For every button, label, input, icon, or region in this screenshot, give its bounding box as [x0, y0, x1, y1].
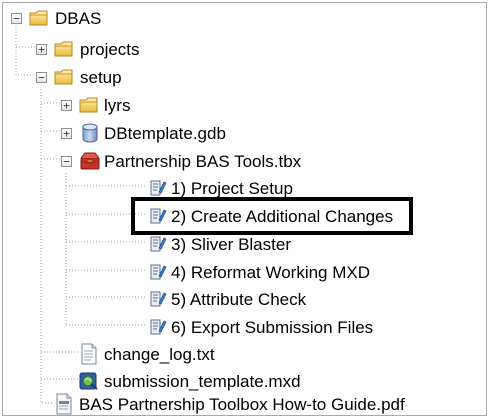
collapse-toggle-setup[interactable]: −	[36, 72, 47, 83]
tree-label-dbtemplate: DBtemplate.gdb	[104, 123, 226, 143]
tree-node-tool-3[interactable]: 3) Sliver Blaster	[3, 231, 483, 258]
tree-label-lyrs: lyrs	[104, 95, 131, 115]
tree-label-tool-6: 6) Export Submission Files	[171, 317, 374, 337]
folder-icon	[29, 9, 49, 27]
tree-node-lyrs[interactable]: + lyrs	[3, 92, 483, 119]
folder-icon	[54, 40, 74, 58]
geodatabase-icon	[81, 123, 101, 143]
script-tool-icon	[147, 289, 167, 307]
tree-node-dbas[interactable]: − DBAS	[3, 5, 483, 32]
folder-icon	[54, 68, 74, 86]
tree-node-tool-6[interactable]: 6) Export Submission Files	[3, 314, 483, 341]
tree-label-tool-1: 1) Project Setup	[171, 178, 293, 198]
tree-label-projects: projects	[80, 39, 140, 59]
tree-node-tool-5[interactable]: 5) Attribute Check	[3, 286, 483, 313]
map-document-icon	[79, 371, 99, 390]
tree-label-change-log: change_log.txt	[104, 344, 215, 364]
script-tool-icon	[147, 317, 167, 335]
tree-label-guide-pdf: BAS Partnership Toolbox How-to Guide.pdf	[79, 394, 405, 414]
expand-toggle-dbtemplate[interactable]: +	[61, 128, 72, 139]
tree-label-setup: setup	[80, 67, 122, 87]
text-file-icon	[80, 343, 100, 365]
tree-label-tool-5: 5) Attribute Check	[171, 289, 307, 309]
script-tool-icon	[147, 234, 167, 252]
pdf-file-icon	[55, 393, 75, 415]
expand-toggle-projects[interactable]: +	[36, 44, 47, 55]
script-tool-icon	[147, 206, 167, 224]
tree-node-toolbox[interactable]: − Partnership BAS Tools.tbx	[3, 148, 483, 175]
script-tool-icon	[147, 262, 167, 280]
catalog-tree-panel: − DBAS + projects − setup + lyrs + DBtem…	[2, 2, 487, 416]
tree-label-tool-3: 3) Sliver Blaster	[171, 234, 291, 254]
collapse-toggle-toolbox[interactable]: −	[61, 156, 72, 167]
tree-label-tool-2: 2) Create Additional Changes	[171, 206, 394, 226]
script-tool-icon	[147, 178, 167, 196]
tree-label-submission-template: submission_template.mxd	[104, 371, 301, 391]
tree-node-tool-1[interactable]: 1) Project Setup	[3, 175, 483, 202]
tree-node-projects[interactable]: + projects	[3, 36, 483, 63]
tree-label-toolbox: Partnership BAS Tools.tbx	[104, 151, 302, 171]
tree-node-setup[interactable]: − setup	[3, 64, 483, 91]
expand-toggle-lyrs[interactable]: +	[61, 100, 72, 111]
tree-node-tool-4[interactable]: 4) Reformat Working MXD	[3, 259, 483, 286]
tree-label-dbas: DBAS	[55, 8, 102, 28]
tree-node-guide-pdf[interactable]: BAS Partnership Toolbox How-to Guide.pdf	[3, 391, 483, 415]
collapse-toggle-dbas[interactable]: −	[11, 13, 22, 24]
tree-node-tool-2[interactable]: 2) Create Additional Changes	[3, 203, 483, 230]
folder-icon	[79, 96, 99, 114]
toolbox-icon	[79, 151, 100, 170]
tree-label-tool-4: 4) Reformat Working MXD	[171, 262, 371, 282]
tree-node-change-log[interactable]: change_log.txt	[3, 341, 483, 368]
tree-node-dbtemplate[interactable]: + DBtemplate.gdb	[3, 120, 483, 147]
